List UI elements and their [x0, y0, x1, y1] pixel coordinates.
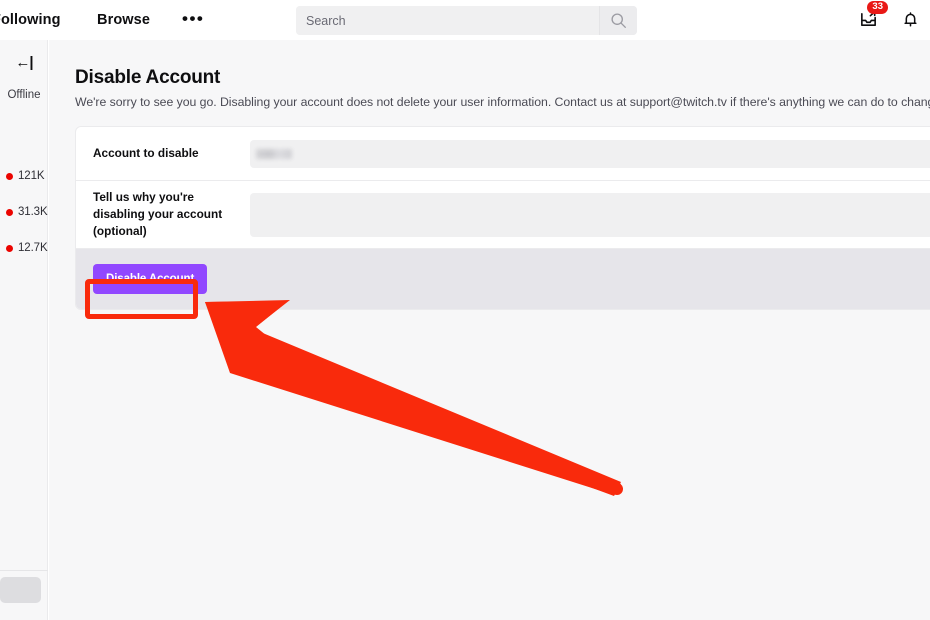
inbox-button[interactable]: 33 — [856, 1, 888, 31]
account-to-disable-field — [250, 139, 930, 168]
page-description: We're sorry to see you go. Disabling you… — [75, 95, 930, 109]
left-sidebar: ←| Offline 121K 31.3K 12.7K — [0, 40, 48, 620]
sidebar-divider — [0, 570, 48, 571]
search-button[interactable] — [599, 6, 637, 35]
list-item[interactable]: 31.3K — [0, 194, 48, 230]
live-dot-icon — [6, 208, 13, 216]
app-root: Following Browse ••• 33 — [0, 0, 930, 620]
notifications-button[interactable] — [898, 7, 922, 31]
nav-item-following[interactable]: Following — [0, 12, 61, 28]
main-content: Disable Account We're sorry to see you g… — [49, 40, 930, 620]
disable-reason-input[interactable] — [250, 192, 930, 237]
inbox-badge: 33 — [867, 1, 888, 14]
disable-reason-field — [250, 192, 930, 237]
collapse-sidebar-icon[interactable]: ←| — [0, 54, 48, 71]
disable-account-button[interactable]: Disable Account — [93, 264, 208, 295]
disable-reason-row: Tell us why you're disabling your accoun… — [76, 181, 930, 250]
disable-reason-label: Tell us why you're disabling your accoun… — [93, 190, 223, 239]
sidebar-placeholder-tile[interactable] — [0, 577, 41, 603]
nav-right-actions: 33 — [856, 1, 922, 31]
account-name-readonly — [250, 139, 930, 168]
list-item[interactable]: 121K — [0, 158, 48, 194]
account-to-disable-row: Account to disable — [76, 127, 930, 181]
nav-item-browse[interactable]: Browse — [97, 12, 150, 28]
viewer-count: 12.7K — [18, 242, 48, 254]
search-input[interactable] — [296, 6, 599, 35]
sidebar-status-label: Offline — [7, 89, 41, 101]
bell-icon — [903, 11, 917, 27]
viewer-count: 31.3K — [18, 206, 48, 218]
account-to-disable-label: Account to disable — [93, 145, 199, 160]
top-navigation-bar: Following Browse ••• 33 — [0, 0, 930, 40]
card-footer: Disable Account — [76, 249, 930, 310]
viewer-count: 121K — [18, 170, 45, 182]
live-dot-icon — [6, 172, 13, 180]
live-dot-icon — [6, 244, 13, 252]
search-bar — [296, 6, 637, 35]
page-title: Disable Account — [75, 67, 221, 88]
search-icon — [611, 13, 626, 28]
nav-more-menu-icon[interactable]: ••• — [182, 10, 204, 27]
disable-account-card: Account to disable Tell us why you're di… — [75, 126, 930, 311]
sidebar-channel-list: 121K 31.3K 12.7K — [0, 158, 48, 266]
list-item[interactable]: 12.7K — [0, 230, 48, 266]
redacted-username — [256, 148, 292, 159]
